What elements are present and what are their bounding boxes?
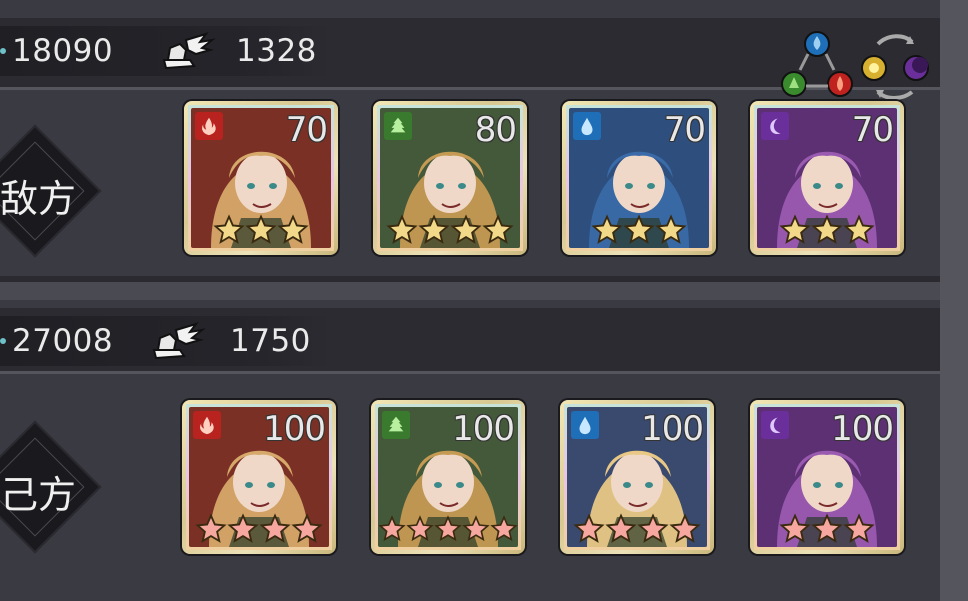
star-icon <box>573 513 605 543</box>
power-icon <box>0 338 6 344</box>
enemy-hero-card[interactable]: 80 <box>373 101 527 255</box>
enemy-side-label: 敌方 <box>0 177 77 221</box>
hero-stars <box>189 513 329 545</box>
star-icon <box>277 214 309 244</box>
ally-stat-strip: 27008 1750 <box>0 316 330 366</box>
star-icon <box>811 513 843 543</box>
light-dark-cycle-icon[interactable] <box>858 32 932 102</box>
right-edge <box>940 0 968 601</box>
enemy-side-badge: 敌方 <box>0 116 110 266</box>
ally-hero-card[interactable]: 100 <box>750 400 904 554</box>
ally-hero-card[interactable]: 100 <box>371 400 525 554</box>
enemy-power-value: 18090 <box>12 33 114 69</box>
ally-hero-card[interactable]: 100 <box>182 400 336 554</box>
star-icon <box>450 214 482 244</box>
hero-level: 70 <box>663 110 706 150</box>
star-icon <box>386 214 418 244</box>
star-icon <box>482 214 514 244</box>
star-icon <box>623 214 655 244</box>
star-icon <box>259 513 291 543</box>
ally-side-badge: 己方 <box>0 412 110 562</box>
enemy-stat-strip: 18090 1328 <box>0 26 330 76</box>
leaf-icon <box>388 416 404 432</box>
moon-icon <box>770 417 781 434</box>
star-icon <box>669 513 701 543</box>
star-icon <box>213 214 245 244</box>
hero-level: 100 <box>641 409 704 449</box>
flame-icon <box>202 117 216 136</box>
winged-boot-icon <box>152 322 206 360</box>
hero-level: 100 <box>263 409 326 449</box>
hero-level: 70 <box>851 110 894 150</box>
star-icon <box>378 515 406 542</box>
star-icon <box>779 214 811 244</box>
hero-element-badge <box>193 411 221 439</box>
hero-stars <box>757 214 897 246</box>
hero-stars <box>567 513 707 545</box>
star-icon <box>418 214 450 244</box>
water-drop-icon <box>579 416 591 435</box>
enemy-hero-card[interactable]: 70 <box>750 101 904 255</box>
enemy-hero-card[interactable]: 70 <box>184 101 338 255</box>
hero-level: 100 <box>452 409 515 449</box>
ally-side-label: 己方 <box>0 473 77 517</box>
star-icon <box>490 515 518 542</box>
star-icon <box>406 515 434 542</box>
star-icon <box>462 515 490 542</box>
enemy-speed-value: 1328 <box>236 33 317 69</box>
hero-element-badge <box>382 411 410 439</box>
enemy-stat-bar: 18090 1328 <box>0 18 940 100</box>
star-icon <box>637 513 669 543</box>
hero-stars <box>191 214 331 246</box>
hero-element-badge <box>761 411 789 439</box>
star-icon <box>843 513 875 543</box>
ally-speed-value: 1750 <box>230 323 311 359</box>
star-icon <box>843 214 875 244</box>
star-icon <box>811 214 843 244</box>
hero-level: 100 <box>831 409 894 449</box>
hero-element-badge <box>384 112 412 140</box>
hero-stars <box>380 214 520 246</box>
water-drop-icon <box>581 117 593 136</box>
star-icon <box>591 214 623 244</box>
star-icon <box>434 515 462 542</box>
hero-stars <box>757 513 897 545</box>
star-icon <box>195 513 227 543</box>
flame-icon <box>200 416 214 435</box>
enemy-hero-card[interactable]: 70 <box>562 101 716 255</box>
star-icon <box>245 214 277 244</box>
star-icon <box>779 513 811 543</box>
ally-power-value: 27008 <box>12 323 114 359</box>
element-cycle-icon[interactable] <box>778 28 856 106</box>
ally-hero-card[interactable]: 100 <box>560 400 714 554</box>
leaf-icon <box>390 117 406 133</box>
ally-stat-bar: 27008 1750 <box>0 308 940 374</box>
star-icon <box>605 513 637 543</box>
star-icon <box>227 513 259 543</box>
star-icon <box>655 214 687 244</box>
moon-icon <box>770 118 781 135</box>
hero-element-badge <box>573 112 601 140</box>
hero-stars <box>569 214 709 246</box>
hero-stars <box>378 513 518 545</box>
winged-boot-icon <box>162 32 216 70</box>
hero-level: 80 <box>474 110 517 150</box>
hero-element-badge <box>571 411 599 439</box>
hero-element-badge <box>195 112 223 140</box>
hero-level: 70 <box>285 110 328 150</box>
star-icon <box>291 513 323 543</box>
hero-element-badge <box>761 112 789 140</box>
power-icon <box>0 48 6 54</box>
